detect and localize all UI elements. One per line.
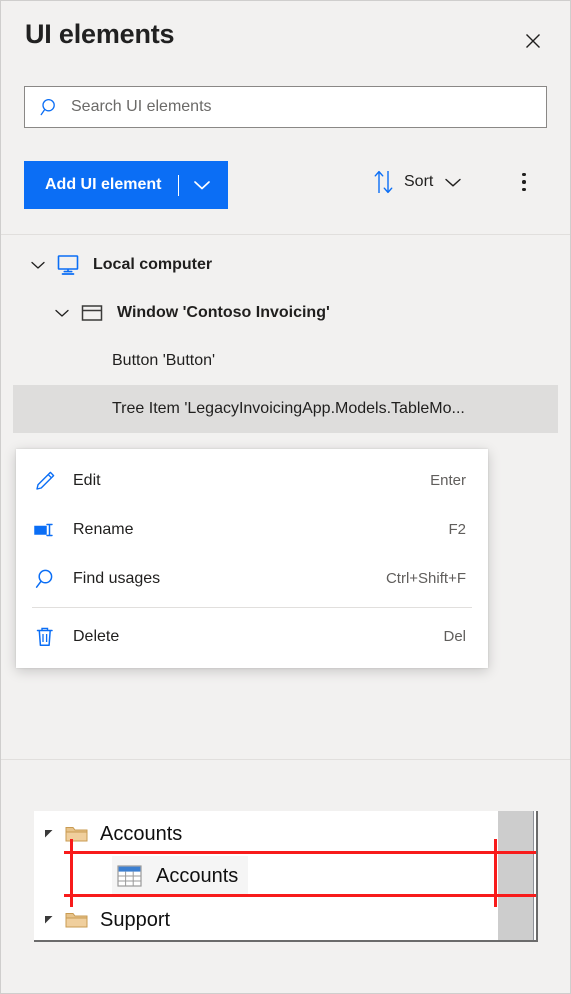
search-input[interactable] (71, 98, 511, 116)
tree-item-window[interactable]: Window 'Contoso Invoicing' (1, 289, 570, 337)
preview-highlighted-node: Accounts (112, 856, 249, 896)
menu-item-find-usages[interactable]: Find usages Ctrl+Shift+F (16, 554, 488, 603)
window-icon (79, 301, 105, 325)
more-dot (522, 180, 526, 184)
more-vertical-icon[interactable] (512, 169, 536, 195)
toolbar-divider (1, 234, 570, 235)
ui-elements-panel: UI elements Add UI element (0, 0, 571, 994)
marker-line-vertical-left (70, 839, 73, 907)
sort-button[interactable]: Sort (373, 169, 462, 195)
pencil-icon (33, 468, 63, 494)
monitor-icon (55, 253, 81, 277)
folder-icon (64, 909, 92, 931)
add-ui-element-label: Add UI element (45, 176, 162, 193)
context-menu: Edit Enter Rename F2 Find usages Ctrl+Sh… (16, 449, 488, 668)
sort-arrows-icon (373, 169, 395, 195)
preview-screenshot: Accounts Accounts Support (34, 811, 538, 942)
folder-icon (64, 823, 92, 845)
preview-scrollbar[interactable] (498, 811, 534, 940)
menu-item-delete[interactable]: Delete Del (16, 612, 488, 661)
ui-element-tree: Local computer Window 'Contoso Invoicing… (1, 241, 570, 433)
add-ui-element-button[interactable]: Add UI element (24, 161, 229, 209)
chevron-down-icon[interactable] (444, 176, 462, 188)
menu-item-shortcut: Del (443, 628, 466, 645)
menu-item-edit[interactable]: Edit Enter (16, 456, 488, 505)
table-grid-icon (116, 863, 148, 889)
menu-item-shortcut: Enter (430, 472, 466, 489)
more-dot (522, 187, 526, 192)
marker-line-horizontal-bottom (64, 894, 536, 897)
preview-row-label: Support (100, 908, 171, 931)
preview-row-accounts-folder: Accounts (34, 813, 182, 855)
menu-item-label: Delete (73, 627, 120, 645)
menu-item-shortcut: F2 (448, 521, 466, 538)
tree-item-tree-item-selected[interactable]: Tree Item 'LegacyInvoicingApp.Models.Tab… (13, 385, 558, 433)
tree-item-label: Window 'Contoso Invoicing' (117, 304, 330, 321)
chevron-down-icon[interactable] (29, 256, 47, 274)
search-icon (40, 97, 60, 117)
tree-item-label: Local computer (93, 256, 213, 273)
chevron-down-icon[interactable] (179, 179, 228, 191)
menu-item-label: Edit (73, 471, 101, 489)
menu-item-shortcut: Ctrl+Shift+F (385, 570, 466, 587)
preview-row-support-folder: Support (34, 899, 171, 940)
marker-line-horizontal-top (64, 851, 536, 854)
rename-icon (33, 517, 63, 543)
more-dot (522, 172, 526, 177)
marker-line-vertical-right (494, 839, 497, 907)
sort-label: Sort (404, 173, 434, 190)
close-icon[interactable] (518, 26, 548, 56)
menu-item-label: Find usages (73, 569, 161, 587)
chevron-down-icon[interactable] (53, 304, 71, 322)
search-icon (33, 566, 63, 592)
triangle-expander-icon (34, 913, 64, 927)
preview-highlighted-label: Accounts (156, 864, 239, 887)
menu-item-rename[interactable]: Rename F2 (16, 505, 488, 554)
tree-item-local-computer[interactable]: Local computer (1, 241, 570, 289)
tree-item-button[interactable]: Button 'Button' (1, 337, 570, 385)
element-preview-panel: Accounts Accounts Support (1, 760, 570, 993)
search-box[interactable] (24, 86, 547, 128)
tree-item-label: Tree Item 'LegacyInvoicingApp.Models.Tab… (112, 400, 465, 417)
triangle-expander-icon (34, 827, 64, 841)
preview-row-label: Accounts (100, 822, 183, 845)
tree-item-label: Button 'Button' (112, 352, 216, 369)
page-title: UI elements (25, 19, 175, 49)
menu-item-label: Rename (73, 520, 134, 538)
panel-header: UI elements (1, 1, 570, 79)
menu-separator (32, 607, 472, 608)
trash-icon (33, 624, 63, 650)
